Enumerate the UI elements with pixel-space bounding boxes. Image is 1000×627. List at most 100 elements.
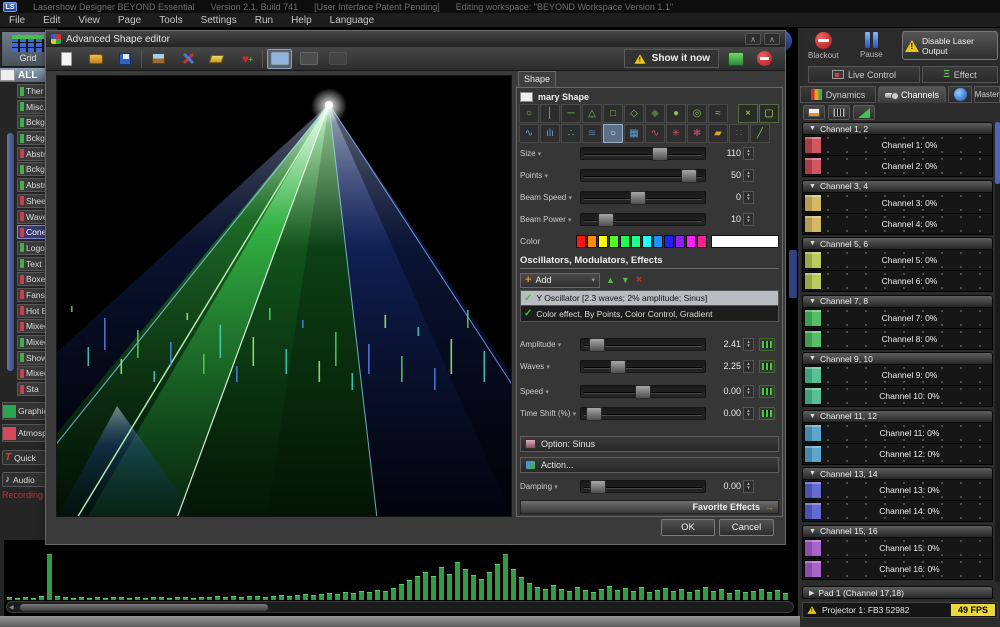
color-swatch-7[interactable] bbox=[653, 235, 663, 248]
shape-pentagon-icon[interactable]: ◇ bbox=[624, 104, 644, 123]
spinner-down-icon[interactable]: ▼ bbox=[746, 175, 750, 180]
shape-circle-icon[interactable]: ○ bbox=[519, 104, 539, 123]
channel-fader[interactable]: Channel 8: 0% bbox=[802, 329, 993, 350]
shape-beam-power-slider-thumb[interactable] bbox=[598, 213, 614, 227]
color-swatch-4[interactable] bbox=[620, 235, 630, 248]
osc-waves-label[interactable]: Waves ▾ bbox=[520, 362, 578, 371]
shape-size-spinner[interactable]: ▲▼ bbox=[743, 147, 754, 160]
shape-filled-circle-icon[interactable]: ● bbox=[666, 104, 686, 123]
quick-save-button[interactable] bbox=[723, 49, 748, 69]
shape-scribble-icon[interactable]: ≈ bbox=[708, 104, 728, 123]
shape-name-box[interactable] bbox=[520, 92, 533, 102]
color-swatch-9[interactable] bbox=[675, 235, 685, 248]
channel-fader-handle[interactable] bbox=[804, 136, 822, 154]
tag-button[interactable] bbox=[204, 49, 229, 69]
save-button[interactable] bbox=[112, 49, 137, 69]
shape-scatter-icon[interactable]: ∴ bbox=[561, 124, 581, 143]
shape-pen-icon[interactable]: ╱ bbox=[750, 124, 770, 143]
shape-vertical-line-icon[interactable]: │ bbox=[540, 104, 560, 123]
osc-time-shift-----graph-button[interactable] bbox=[759, 407, 775, 420]
shape-dots-icon[interactable]: ∷ bbox=[729, 124, 749, 143]
channel-fader-handle[interactable] bbox=[804, 387, 822, 405]
dialog-pin-button[interactable]: ∧ bbox=[764, 33, 780, 45]
osc-amplitude-slider-thumb[interactable] bbox=[589, 338, 605, 352]
delete-effect-button[interactable]: × bbox=[636, 274, 642, 286]
osc-time-shift-----slider-thumb[interactable] bbox=[586, 407, 602, 421]
shape-cloud-icon[interactable]: ≋ bbox=[582, 124, 602, 143]
osc-waves-spinner[interactable]: ▲▼ bbox=[743, 360, 754, 373]
channel-fader-handle[interactable] bbox=[804, 481, 822, 499]
shape-hexagon-icon[interactable]: ◆ bbox=[645, 104, 665, 123]
shape-horizontal-line-icon[interactable]: ─ bbox=[561, 104, 581, 123]
channel-fader-handle[interactable] bbox=[804, 251, 822, 269]
osc-speed-spinner[interactable]: ▲▼ bbox=[743, 385, 754, 398]
channel-fader-handle[interactable] bbox=[804, 502, 822, 520]
menu-language[interactable]: Language bbox=[321, 15, 384, 26]
shape-rose-icon[interactable]: ✳ bbox=[666, 124, 686, 143]
spinner-down-icon[interactable]: ▼ bbox=[746, 486, 750, 491]
sidebar-scrollbar-thumb[interactable] bbox=[6, 132, 15, 372]
spinner-down-icon[interactable]: ▼ bbox=[746, 366, 750, 371]
osc-amplitude-graph-button[interactable] bbox=[759, 338, 775, 351]
channel-group-header[interactable]: ▼Channel 15, 16 bbox=[802, 525, 993, 538]
menu-help[interactable]: Help bbox=[282, 15, 321, 26]
shape-size-slider-thumb[interactable] bbox=[652, 147, 668, 161]
channel-fader[interactable]: Channel 14: 0% bbox=[802, 501, 993, 522]
channel-fader-handle[interactable] bbox=[804, 539, 822, 557]
shape-beam-speed-spinner[interactable]: ▲▼ bbox=[743, 191, 754, 204]
tab-shape[interactable]: Shape bbox=[518, 71, 556, 87]
channel-group-header[interactable]: ▼Channel 9, 10 bbox=[802, 352, 993, 365]
color-swatch-0[interactable] bbox=[576, 235, 586, 248]
osc-time-shift-----slider[interactable] bbox=[580, 407, 706, 420]
channel-group-header[interactable]: ▼Channel 11, 12 bbox=[802, 410, 993, 423]
tab-master[interactable]: Master bbox=[974, 86, 1000, 103]
osc-amplitude-label[interactable]: Amplitude ▾ bbox=[520, 340, 578, 349]
scroll-left-arrow-icon[interactable]: ◀ bbox=[9, 604, 14, 611]
shape-beam-speed-label[interactable]: Beam Speed ▾ bbox=[520, 193, 578, 202]
shape-beam-speed-slider[interactable] bbox=[580, 191, 706, 204]
osc-speed-graph-button[interactable] bbox=[759, 385, 775, 398]
color-swatch-1[interactable] bbox=[587, 235, 597, 248]
channel-fader[interactable]: Channel 2: 0% bbox=[802, 156, 993, 177]
shape-flower-icon[interactable]: ✱ bbox=[687, 124, 707, 143]
preview-scrollbar-thumb[interactable] bbox=[789, 250, 797, 298]
shape-size-slider[interactable] bbox=[580, 147, 706, 160]
channel-group-header[interactable]: ▼Channel 1, 2 bbox=[802, 122, 993, 135]
osc-waves-slider-thumb[interactable] bbox=[610, 360, 626, 374]
spinner-down-icon[interactable]: ▼ bbox=[746, 153, 750, 158]
channel-fader[interactable]: Channel 11: 0% bbox=[802, 423, 993, 444]
shape-beam-speed-slider-thumb[interactable] bbox=[630, 191, 646, 205]
action-button[interactable]: Action... bbox=[520, 457, 779, 473]
shape-wave-icon[interactable]: ∿ bbox=[519, 124, 539, 143]
channel-fader[interactable]: Channel 15: 0% bbox=[802, 538, 993, 559]
osc-time-shift-----spinner[interactable]: ▲▼ bbox=[743, 407, 754, 420]
shape-ellipse-icon[interactable]: ○ bbox=[603, 124, 623, 143]
menu-settings[interactable]: Settings bbox=[192, 15, 246, 26]
effect-list-item-0[interactable]: ✓Y Oscillator [2.3 waves; 2% amplitude; … bbox=[520, 290, 779, 306]
osc-amplitude-spinner[interactable]: ▲▼ bbox=[743, 338, 754, 351]
channel-fader-handle[interactable] bbox=[804, 330, 822, 348]
color-swatch-white[interactable] bbox=[711, 235, 779, 248]
channel-fader[interactable]: Channel 12: 0% bbox=[802, 444, 993, 465]
channel-fader-handle[interactable] bbox=[804, 194, 822, 212]
channel-fader-handle[interactable] bbox=[804, 215, 822, 233]
tools-button[interactable] bbox=[175, 49, 200, 69]
channel-eq-button[interactable] bbox=[828, 105, 850, 120]
channel-scrollbar[interactable] bbox=[995, 122, 1000, 582]
channel-fader[interactable]: Channel 13: 0% bbox=[802, 480, 993, 501]
blackout-button[interactable]: Blackout bbox=[808, 32, 839, 60]
damping-slider-thumb[interactable] bbox=[590, 480, 606, 494]
tab-live-control[interactable]: Live Control bbox=[808, 66, 920, 83]
shape-x-cross-icon[interactable]: × bbox=[738, 104, 758, 123]
color-swatch-10[interactable] bbox=[686, 235, 696, 248]
menu-run[interactable]: Run bbox=[246, 15, 282, 26]
menu-edit[interactable]: Edit bbox=[34, 15, 69, 26]
effect-list-item-1[interactable]: ✓Color effect, By Points, Color Control,… bbox=[520, 306, 779, 322]
osc-waves-slider[interactable] bbox=[580, 360, 706, 373]
shape-beam-power-label[interactable]: Beam Power ▾ bbox=[520, 215, 578, 224]
shape-points-spinner[interactable]: ▲▼ bbox=[743, 169, 754, 182]
preview-mode-button[interactable] bbox=[267, 49, 292, 69]
pause-button[interactable]: Pause bbox=[860, 32, 883, 59]
spinner-down-icon[interactable]: ▼ bbox=[746, 344, 750, 349]
menu-view[interactable]: View bbox=[69, 15, 109, 26]
